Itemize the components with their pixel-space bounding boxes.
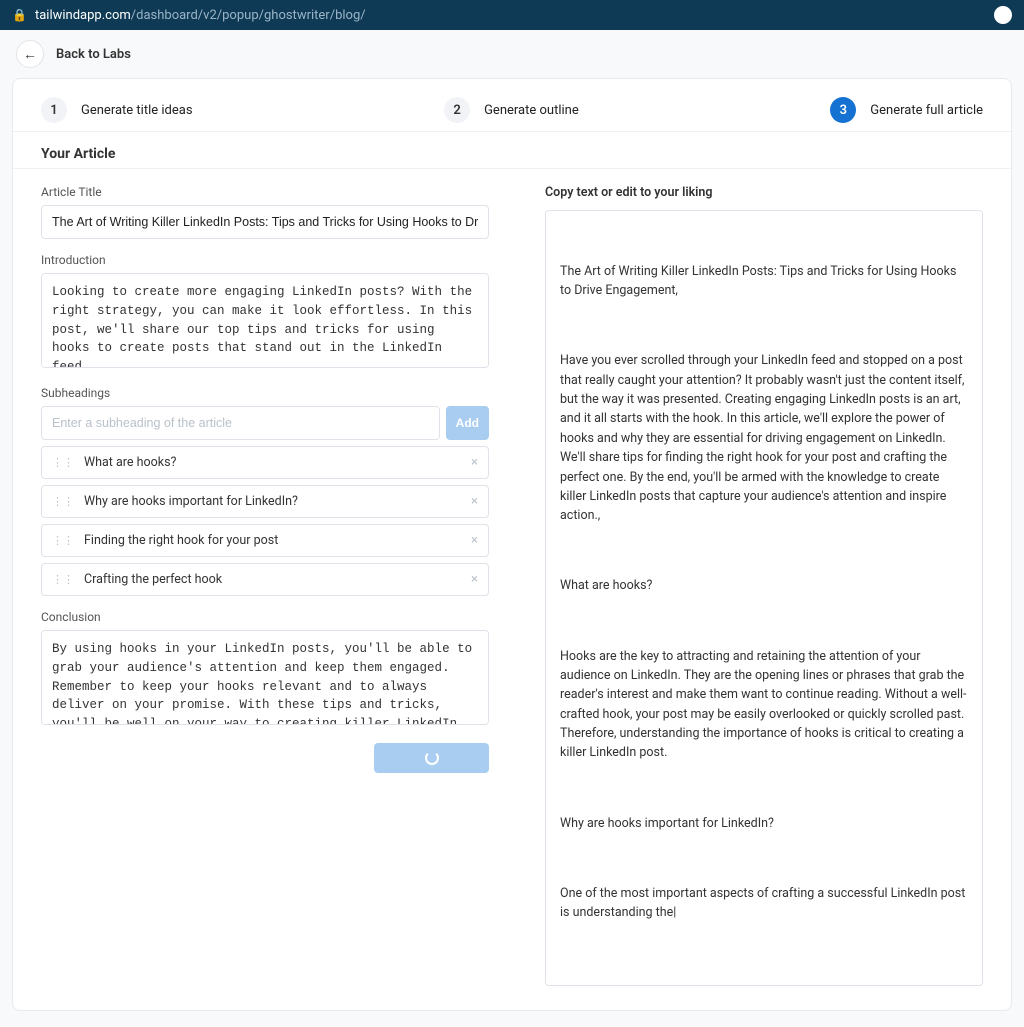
browser-url-bar: 🔒 tailwindapp.com/dashboard/v2/popup/gho…	[0, 0, 1024, 30]
subheading-text: Finding the right hook for your post	[84, 533, 471, 548]
step-3-label: Generate full article	[870, 103, 983, 118]
close-icon[interactable]: ×	[471, 494, 478, 509]
conclusion-textarea[interactable]: By using hooks in your LinkedIn posts, y…	[41, 630, 489, 725]
preview-textarea[interactable]: The Art of Writing Killer LinkedIn Posts…	[545, 210, 983, 986]
preview-paragraph: The Art of Writing Killer LinkedIn Posts…	[560, 262, 968, 301]
spinner-icon	[425, 751, 439, 765]
preview-paragraph: Have you ever scrolled through your Link…	[560, 351, 968, 525]
section-title: Your Article	[13, 132, 1011, 168]
drag-handle-icon[interactable]: ⋮⋮	[52, 534, 74, 547]
subheading-input[interactable]	[41, 406, 440, 440]
step-1-label: Generate title ideas	[81, 103, 193, 118]
step-2-label: Generate outline	[484, 103, 579, 118]
subheading-text: What are hooks?	[84, 455, 471, 470]
copy-edit-label: Copy text or edit to your liking	[545, 185, 983, 200]
introduction-textarea[interactable]: Looking to create more engaging LinkedIn…	[41, 273, 489, 368]
step-2[interactable]: 2 Generate outline	[444, 97, 579, 123]
article-title-label: Article Title	[41, 185, 489, 199]
preview-column: Copy text or edit to your liking The Art…	[545, 185, 983, 986]
subheading-item[interactable]: ⋮⋮ Why are hooks important for LinkedIn?…	[41, 485, 489, 518]
preview-paragraph: Why are hooks important for LinkedIn?	[560, 814, 968, 833]
back-button[interactable]: ←	[16, 40, 44, 68]
back-row: ← Back to Labs	[0, 30, 1024, 78]
url-text[interactable]: tailwindapp.com/dashboard/v2/popup/ghost…	[35, 8, 986, 23]
subheading-text: Why are hooks important for LinkedIn?	[84, 494, 471, 509]
lock-icon: 🔒	[12, 8, 27, 22]
subheading-text: Crafting the perfect hook	[84, 572, 471, 587]
subheadings-label: Subheadings	[41, 386, 489, 400]
back-label[interactable]: Back to Labs	[56, 47, 131, 62]
step-1-number: 1	[41, 97, 67, 123]
add-subheading-button[interactable]: Add	[446, 406, 489, 440]
drag-handle-icon[interactable]: ⋮⋮	[52, 573, 74, 586]
preview-paragraph: One of the most important aspects of cra…	[560, 884, 968, 923]
preview-paragraph: Hooks are the key to attracting and reta…	[560, 647, 968, 763]
wizard-steps: 1 Generate title ideas 2 Generate outlin…	[13, 79, 1011, 132]
form-column: Article Title Introduction Looking to cr…	[41, 185, 489, 986]
introduction-label: Introduction	[41, 253, 489, 267]
step-2-number: 2	[444, 97, 470, 123]
step-3[interactable]: 3 Generate full article	[830, 97, 983, 123]
subheading-item[interactable]: ⋮⋮ Finding the right hook for your post …	[41, 524, 489, 557]
drag-handle-icon[interactable]: ⋮⋮	[52, 495, 74, 508]
url-domain: tailwindapp.com	[35, 8, 131, 23]
generate-button[interactable]	[374, 743, 489, 773]
subheading-item[interactable]: ⋮⋮ Crafting the perfect hook ×	[41, 563, 489, 596]
main-card: 1 Generate title ideas 2 Generate outlin…	[12, 78, 1012, 1011]
url-path: /dashboard/v2/popup/ghostwriter/blog/	[131, 8, 366, 23]
close-icon[interactable]: ×	[471, 455, 478, 470]
arrow-left-icon: ←	[23, 46, 37, 63]
profile-circle-icon[interactable]	[994, 6, 1012, 24]
step-3-number: 3	[830, 97, 856, 123]
close-icon[interactable]: ×	[471, 533, 478, 548]
subheading-item[interactable]: ⋮⋮ What are hooks? ×	[41, 446, 489, 479]
conclusion-label: Conclusion	[41, 610, 489, 624]
close-icon[interactable]: ×	[471, 572, 478, 587]
preview-paragraph: What are hooks?	[560, 576, 968, 595]
drag-handle-icon[interactable]: ⋮⋮	[52, 456, 74, 469]
article-title-input[interactable]	[41, 205, 489, 239]
step-1[interactable]: 1 Generate title ideas	[41, 97, 193, 123]
